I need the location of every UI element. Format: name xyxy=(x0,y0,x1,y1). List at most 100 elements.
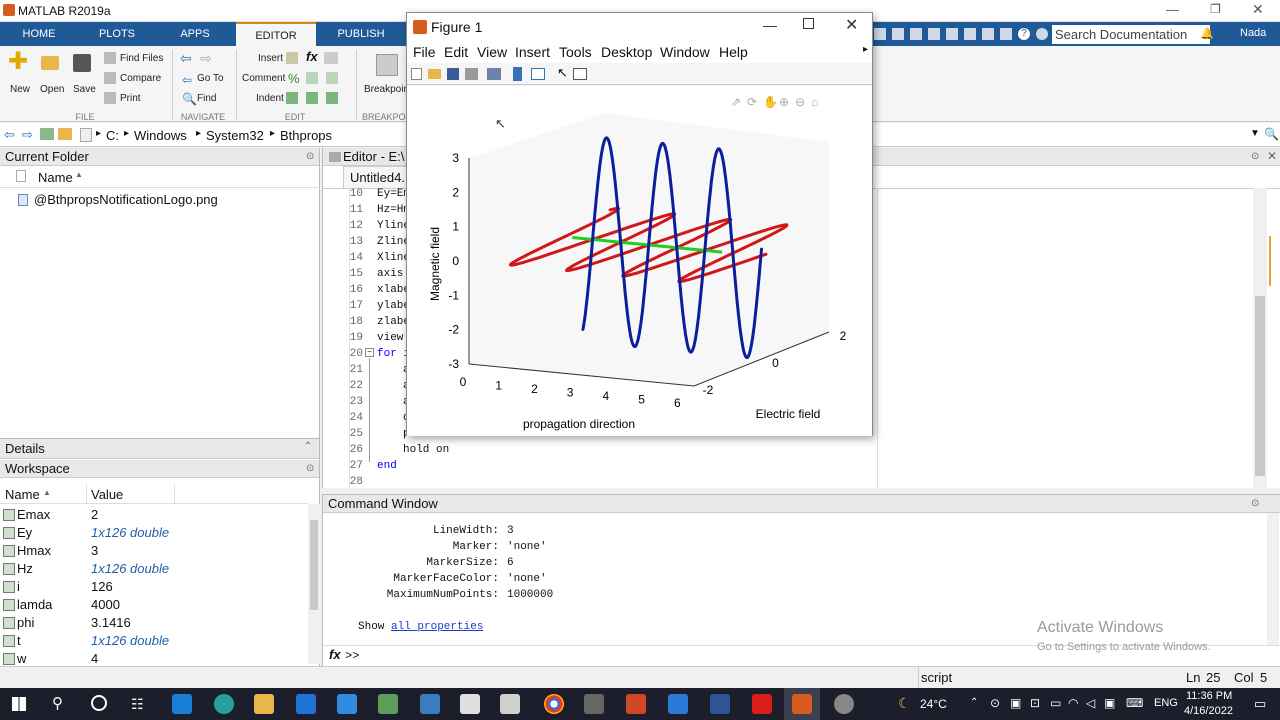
restore-icon[interactable]: ❐ xyxy=(1210,2,1221,16)
new-icon[interactable]: ✚ xyxy=(8,50,28,74)
comment-button[interactable]: Comment xyxy=(242,73,285,84)
battery-icon[interactable]: ▭ xyxy=(1050,696,1061,710)
workspace-scrollbar[interactable] xyxy=(308,504,320,664)
save-figure-icon[interactable] xyxy=(447,68,459,80)
tab-plots[interactable]: PLOTS xyxy=(78,22,156,46)
language-indicator[interactable]: ENG xyxy=(1154,697,1178,709)
pan-hand-icon[interactable]: ✋ xyxy=(763,95,778,109)
root-folder-icon[interactable] xyxy=(80,128,92,142)
help-icon[interactable]: ? xyxy=(1018,28,1030,40)
link-plot-icon[interactable] xyxy=(487,68,501,80)
panel-options-icon[interactable]: ⊙ xyxy=(1251,151,1259,162)
copy-icon[interactable] xyxy=(910,28,922,40)
compare-icon[interactable] xyxy=(104,72,116,84)
path-segment-system32[interactable]: System32 xyxy=(206,128,264,143)
table-row[interactable]: Ey 1x126 double xyxy=(0,524,308,542)
command-prompt[interactable]: >> xyxy=(345,649,359,663)
table-row[interactable]: w4 xyxy=(0,650,308,666)
table-row[interactable]: Emax 2 xyxy=(0,506,308,524)
app-icon[interactable] xyxy=(420,694,440,714)
save-icon[interactable] xyxy=(874,28,886,40)
undo-icon[interactable] xyxy=(946,28,958,40)
home-icon[interactable]: ⌂ xyxy=(811,95,818,109)
menu-desktop[interactable]: Desktop xyxy=(601,44,652,60)
search-documentation-input[interactable]: Search Documentation xyxy=(1052,25,1210,44)
moon-weather-icon[interactable]: ☾ xyxy=(898,695,911,712)
app-icon[interactable] xyxy=(834,694,854,714)
increase-indent-icon[interactable] xyxy=(306,92,318,104)
editor-scrollbar[interactable] xyxy=(1253,188,1267,488)
fold-toggle-icon[interactable]: − xyxy=(365,348,374,357)
legend-icon[interactable] xyxy=(531,68,545,80)
matlab-icon[interactable] xyxy=(792,694,812,714)
app-icon[interactable] xyxy=(500,694,520,714)
address-dropdown-icon[interactable]: ▼ xyxy=(1250,128,1260,139)
acrobat-icon[interactable] xyxy=(752,694,772,714)
show-hidden-icons[interactable]: ⌃ xyxy=(970,697,978,708)
tab-home[interactable]: HOME xyxy=(0,22,78,46)
decrease-indent-icon[interactable] xyxy=(326,92,338,104)
path-segment-windows[interactable]: Windows xyxy=(134,128,187,143)
paste-icon[interactable] xyxy=(928,28,940,40)
panel-options-icon[interactable]: ⊙ xyxy=(306,151,314,162)
options-icon[interactable] xyxy=(1036,28,1048,40)
wifi-icon[interactable]: ◠ xyxy=(1068,696,1078,710)
print-icon[interactable] xyxy=(104,92,116,104)
clock-time[interactable]: 11:36 PM xyxy=(1186,690,1232,702)
word-icon[interactable] xyxy=(710,694,730,714)
chrome-icon[interactable] xyxy=(544,694,564,714)
notification-icon[interactable]: ▭ xyxy=(1254,696,1266,712)
figure-minimize-icon[interactable]: — xyxy=(763,17,777,33)
table-row[interactable]: t 1x126 double xyxy=(0,632,308,650)
indent-button[interactable]: Indent xyxy=(256,93,284,104)
column-name-header[interactable]: Name xyxy=(38,170,73,185)
clock-date[interactable]: 4/16/2022 xyxy=(1184,705,1233,717)
redo-icon[interactable] xyxy=(964,28,976,40)
comment-percent-icon[interactable]: % xyxy=(288,71,300,86)
path-segment-drive[interactable]: C: xyxy=(106,128,119,143)
rotate-3d-icon[interactable]: ⟳ xyxy=(747,95,757,109)
go-to-icon[interactable]: ⇦ xyxy=(182,73,192,87)
wrap-comments-icon[interactable] xyxy=(326,72,338,84)
breakpoints-icon[interactable] xyxy=(376,54,398,76)
app-icon[interactable] xyxy=(378,694,398,714)
forward-arrow-icon[interactable]: ⇨ xyxy=(22,127,33,143)
search-folder-icon[interactable]: 🔍 xyxy=(1264,127,1279,141)
powerpoint-icon[interactable] xyxy=(626,694,646,714)
insert-section-icon[interactable] xyxy=(286,52,298,64)
menu-edit[interactable]: Edit xyxy=(444,44,468,60)
go-to-button[interactable]: Go To xyxy=(197,73,224,84)
keyboard-icon[interactable]: ⌨ xyxy=(1126,696,1143,710)
panel-options-icon[interactable]: ⊙ xyxy=(1251,498,1259,509)
people-icon[interactable] xyxy=(337,694,357,714)
menu-help[interactable]: Help xyxy=(719,44,748,60)
close-panel-icon[interactable]: ✕ xyxy=(1267,149,1277,163)
back-arrow-icon[interactable]: ⇦ xyxy=(180,50,192,67)
menu-overflow-icon[interactable]: ▸ xyxy=(863,44,868,55)
edge-icon[interactable] xyxy=(214,694,234,714)
menu-window[interactable]: Window xyxy=(660,44,710,60)
vscode-icon[interactable] xyxy=(668,694,688,714)
community-icon[interactable] xyxy=(1000,28,1012,40)
export-icon[interactable]: ⇗ xyxy=(731,95,741,109)
temperature[interactable]: 24°C xyxy=(920,697,947,711)
cortana-icon[interactable] xyxy=(91,695,107,711)
file-explorer-icon[interactable] xyxy=(254,694,274,714)
function-browser-icon[interactable] xyxy=(324,52,338,64)
property-inspector-icon[interactable] xyxy=(573,68,587,80)
windows-start-icon[interactable] xyxy=(12,697,26,711)
open-folder-icon[interactable] xyxy=(41,56,59,70)
close-icon[interactable]: ✕ xyxy=(1252,1,1264,18)
edit-plot-arrow-icon[interactable]: ↖ xyxy=(557,65,568,81)
open-button[interactable]: Open xyxy=(40,84,64,95)
menu-tools[interactable]: Tools xyxy=(559,44,592,60)
security-shield-icon[interactable] xyxy=(460,694,480,714)
new-button[interactable]: New xyxy=(10,84,30,95)
command-scrollbar[interactable] xyxy=(1267,513,1279,645)
table-row[interactable]: i 126 xyxy=(0,578,308,596)
app-icon[interactable] xyxy=(584,694,604,714)
store-icon[interactable] xyxy=(172,694,192,714)
save-icon[interactable] xyxy=(73,54,91,72)
search-icon[interactable]: ⚲ xyxy=(52,694,63,712)
panel-options-icon[interactable]: ⊙ xyxy=(306,463,314,474)
